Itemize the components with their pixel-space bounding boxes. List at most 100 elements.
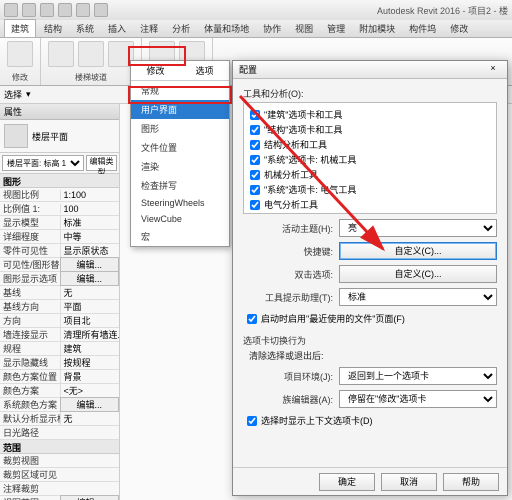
chevron-down-icon[interactable]: ▾: [26, 89, 31, 100]
prop-value[interactable]: 按规程: [60, 356, 120, 369]
tool-item[interactable]: 电气分析工具: [250, 197, 490, 212]
prop-row[interactable]: 视图范围编辑...: [0, 496, 119, 500]
prop-value[interactable]: 1:100: [60, 190, 120, 200]
tools-list[interactable]: "建筑"选项卡和工具"结构"选项卡和工具结构分析和工具"系统"选项卡: 机械工具…: [243, 102, 497, 214]
context-tab-checkbox[interactable]: [247, 416, 257, 426]
shortcut-customize-button[interactable]: 自定义(C)...: [339, 242, 497, 260]
cancel-button[interactable]: 取消: [381, 473, 437, 491]
prop-value[interactable]: 编辑...: [60, 271, 120, 286]
prop-row[interactable]: 零件可见性显示原状态: [0, 244, 119, 258]
ribbon-tab-插入[interactable]: 插入: [102, 20, 132, 37]
menu-item[interactable]: 检查拼写: [131, 176, 229, 195]
tool-item[interactable]: "结构"选项卡和工具: [250, 122, 490, 137]
tool-checkbox[interactable]: [250, 170, 260, 180]
tool-checkbox[interactable]: [250, 125, 260, 135]
prop-value[interactable]: 中等: [60, 230, 120, 243]
tool-checkbox[interactable]: [250, 110, 260, 120]
prop-value[interactable]: 清理所有墙连...: [60, 328, 120, 341]
fam-editor-select[interactable]: 停留在"修改"选项卡: [339, 390, 497, 408]
prop-row[interactable]: 默认分析显示样...无: [0, 412, 119, 426]
prop-row[interactable]: 图形显示选项编辑...: [0, 272, 119, 286]
tooltip-select[interactable]: 标准: [339, 288, 497, 306]
prop-row[interactable]: 注释裁剪: [0, 482, 119, 496]
prop-value[interactable]: 建筑: [60, 342, 120, 355]
close-icon[interactable]: ×: [485, 63, 501, 76]
type-selector[interactable]: 楼层平面: [0, 120, 119, 153]
tool-checkbox[interactable]: [250, 140, 260, 150]
menu-item[interactable]: 渲染: [131, 157, 229, 176]
tool-checkbox[interactable]: [250, 200, 260, 210]
menu-item[interactable]: 宏: [131, 227, 229, 246]
prop-value[interactable]: 显示原状态: [60, 244, 120, 257]
ribbon-tab-结构[interactable]: 结构: [38, 20, 68, 37]
prop-row[interactable]: 显示模型标准: [0, 216, 119, 230]
prop-row[interactable]: 日光路径: [0, 426, 119, 440]
prop-value[interactable]: 编辑...: [60, 257, 120, 272]
prop-row[interactable]: 墙连接显示清理所有墙连...: [0, 328, 119, 342]
prop-row[interactable]: 系统颜色方案编辑...: [0, 398, 119, 412]
tool-item[interactable]: "系统"选项卡: 电气工具: [250, 182, 490, 197]
ribbon-tab-系统[interactable]: 系统: [70, 20, 100, 37]
menu-item[interactable]: ViewCube: [131, 211, 229, 227]
menu-item[interactable]: 常规: [131, 81, 229, 100]
prop-value[interactable]: 编辑...: [60, 397, 120, 412]
qat-redo-icon[interactable]: [76, 3, 90, 17]
ribbon-tab-视图[interactable]: 视图: [289, 20, 319, 37]
prop-value[interactable]: 无: [60, 286, 120, 299]
qat-print-icon[interactable]: [94, 3, 108, 17]
instance-selector[interactable]: 楼层平面: 标高 1: [2, 155, 84, 171]
prop-value[interactable]: 标准: [60, 216, 120, 229]
ribbon-tab-协作[interactable]: 协作: [257, 20, 287, 37]
dblclick-customize-button[interactable]: 自定义(C)...: [339, 265, 497, 283]
menu-item[interactable]: 用户界面: [131, 100, 229, 119]
prop-row[interactable]: 颜色方案<无>: [0, 384, 119, 398]
properties-grid[interactable]: 图形视图比例1:100比例值 1:100显示模型标准详细程度中等零件可见性显示原…: [0, 174, 119, 500]
menu-item[interactable]: 图形: [131, 119, 229, 138]
app-icon[interactable]: [4, 3, 18, 17]
qat-save-icon[interactable]: [40, 3, 54, 17]
prop-row[interactable]: 方向项目北: [0, 314, 119, 328]
menu-item[interactable]: SteeringWheels: [131, 195, 229, 211]
prop-value[interactable]: 编辑...: [60, 495, 120, 500]
ribbon-tab-体量和场地[interactable]: 体量和场地: [198, 20, 255, 37]
prop-value[interactable]: <无>: [60, 384, 120, 397]
prop-value[interactable]: 无: [60, 412, 120, 425]
prop-row[interactable]: 详细程度中等: [0, 230, 119, 244]
recent-files-checkbox[interactable]: [247, 314, 257, 324]
prop-row[interactable]: 颜色方案位置背景: [0, 370, 119, 384]
menu-top-modify[interactable]: 修改: [131, 61, 180, 80]
prop-row[interactable]: 裁剪区域可见: [0, 468, 119, 482]
modify-icon[interactable]: [7, 41, 33, 67]
proj-env-select[interactable]: 返回到上一个选项卡: [339, 367, 497, 385]
ribbon-tab-建筑[interactable]: 建筑: [4, 19, 36, 37]
qat-open-icon[interactable]: [22, 3, 36, 17]
prop-row[interactable]: 裁剪视图: [0, 454, 119, 468]
qat-undo-icon[interactable]: [58, 3, 72, 17]
tool-item[interactable]: 结构分析和工具: [250, 137, 490, 152]
prop-row[interactable]: 可见性/图形替换编辑...: [0, 258, 119, 272]
prop-row[interactable]: 规程建筑: [0, 342, 119, 356]
tool-checkbox[interactable]: [250, 155, 260, 165]
stair-icon[interactable]: [48, 41, 74, 67]
prop-value[interactable]: 100: [60, 204, 120, 214]
ribbon-tab-注释[interactable]: 注释: [134, 20, 164, 37]
ok-button[interactable]: 确定: [319, 473, 375, 491]
prop-row[interactable]: 显示隐藏线按规程: [0, 356, 119, 370]
prop-row[interactable]: 基线方向平面: [0, 300, 119, 314]
prop-row[interactable]: 视图比例1:100: [0, 188, 119, 202]
ribbon-tab-分析[interactable]: 分析: [166, 20, 196, 37]
prop-row[interactable]: 基线无: [0, 286, 119, 300]
menu-top-options[interactable]: 选项: [180, 61, 229, 80]
ribbon-tab-附加模块[interactable]: 附加模块: [353, 20, 401, 37]
help-button[interactable]: 帮助: [443, 473, 499, 491]
prop-value[interactable]: 项目北: [60, 314, 120, 327]
tool-item[interactable]: 机械分析工具: [250, 167, 490, 182]
ribbon-tab-修改[interactable]: 修改: [444, 20, 474, 37]
tool-item[interactable]: "系统"选项卡: 管道工具: [250, 212, 490, 214]
prop-value[interactable]: 背景: [60, 370, 120, 383]
prop-value[interactable]: 平面: [60, 300, 120, 313]
tool-item[interactable]: "系统"选项卡: 机械工具: [250, 152, 490, 167]
edit-type-button[interactable]: 编辑类型: [86, 155, 117, 171]
tool-checkbox[interactable]: [250, 185, 260, 195]
ramp-icon[interactable]: [78, 41, 104, 67]
